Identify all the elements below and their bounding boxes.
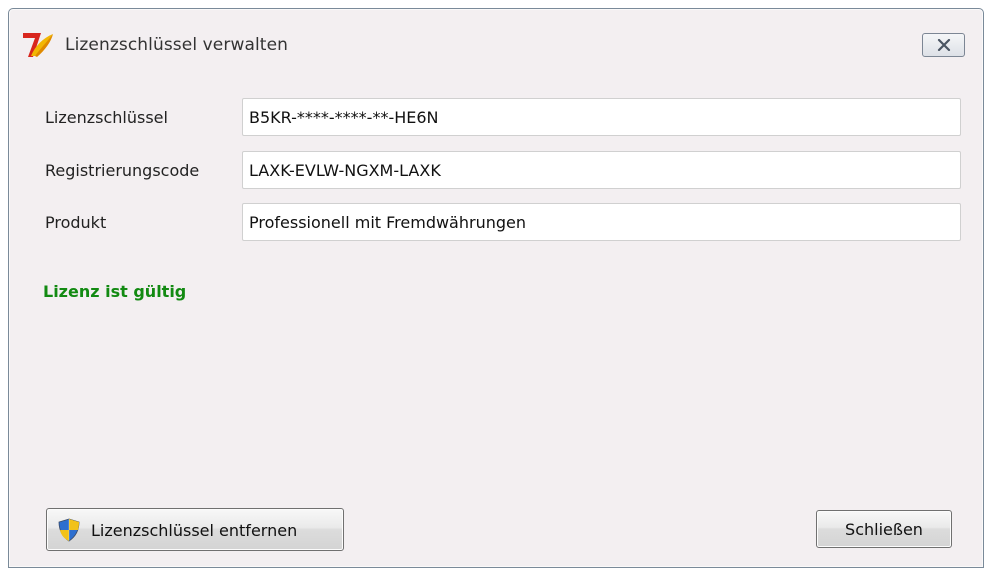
license-key-value: B5KR-****-****-**-HE6N [249, 108, 439, 127]
registration-code-value: LAXK-EVLW-NGXM-LAXK [249, 161, 441, 180]
license-status: Lizenz ist gültig [43, 282, 187, 301]
uac-shield-icon [58, 518, 80, 542]
registration-code-label: Registrierungscode [45, 161, 200, 180]
remove-license-key-label: Lizenzschlüssel entfernen [91, 521, 298, 540]
close-window-button[interactable] [922, 33, 965, 57]
close-button[interactable]: Schließen [816, 510, 952, 548]
product-field[interactable]: Professionell mit Fremdwährungen [242, 203, 961, 241]
product-label: Produkt [45, 213, 107, 232]
title-bar: Lizenzschlüssel verwalten [9, 9, 983, 71]
window-title: Lizenzschlüssel verwalten [65, 35, 289, 55]
license-key-label: Lizenzschlüssel [45, 108, 168, 127]
registration-code-field[interactable]: LAXK-EVLW-NGXM-LAXK [242, 151, 961, 189]
app-logo-icon [23, 33, 53, 57]
license-key-field[interactable]: B5KR-****-****-**-HE6N [242, 98, 961, 136]
product-value: Professionell mit Fremdwährungen [249, 213, 526, 232]
close-icon [937, 39, 951, 51]
license-dialog: Lizenzschlüssel verwalten Lizenzschlüsse… [8, 8, 984, 568]
close-button-label: Schließen [845, 520, 923, 539]
remove-license-key-button[interactable]: Lizenzschlüssel entfernen [46, 508, 344, 551]
